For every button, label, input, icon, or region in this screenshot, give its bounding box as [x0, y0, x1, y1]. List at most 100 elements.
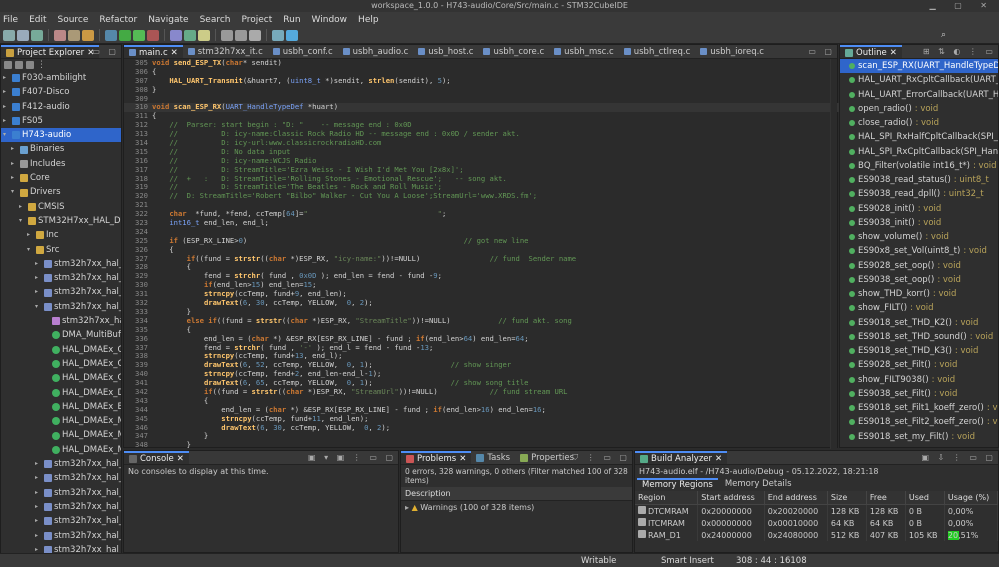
editor-panel-controls[interactable]: ▭ ▢ [808, 47, 835, 56]
outline-item[interactable]: ES90x8_set_Vol(uint8_t): void [840, 244, 998, 258]
tree-item[interactable]: ▸ stm32h7xx_hal_flash.c [1, 486, 121, 500]
column-header[interactable]: Used [905, 491, 945, 505]
tree-item[interactable]: DMA_MultiBufferStartTypeDef [1, 328, 121, 342]
outline-item[interactable]: ES9018_set_THD_sound(): void [840, 330, 998, 344]
outline-item[interactable]: ES9038_read_status(): uint8_t [840, 173, 998, 187]
terminal-icon[interactable] [184, 29, 196, 41]
tree-item[interactable]: ▾ H743-audio [1, 128, 121, 143]
close-icon[interactable]: ✕ [890, 46, 897, 59]
run-icon[interactable] [119, 29, 131, 41]
new-icon[interactable] [3, 29, 15, 41]
tab-properties[interactable]: Properties [515, 451, 579, 464]
cube-icon[interactable] [286, 29, 298, 41]
build-icon[interactable] [54, 29, 66, 41]
perspective-icon[interactable] [272, 29, 284, 41]
outline-item[interactable]: HAL_UART_ErrorCallback(UART_HandleTypeDe… [840, 88, 998, 102]
editor-tab[interactable]: stm32h7xx_it.c [183, 45, 268, 58]
expand-arrow-icon[interactable]: ▸ [35, 514, 42, 528]
tree-item[interactable]: HAL_DMAEx_DisableMuxRequestGenerator [1, 386, 121, 400]
expand-arrow-icon[interactable]: ▾ [3, 128, 10, 142]
editor-scrollbar[interactable] [830, 59, 837, 449]
collapse-all-icon[interactable] [4, 61, 12, 69]
expand-arrow-icon[interactable]: ▸ [3, 71, 10, 85]
expand-arrow-icon[interactable]: ▸ [27, 228, 34, 242]
close-icon[interactable]: ✕ [715, 452, 722, 465]
view-menu-icon[interactable]: ⋮ [37, 60, 46, 70]
filter-icon[interactable] [26, 61, 34, 69]
tree-item[interactable]: ▸ Core [1, 171, 121, 185]
outline-item[interactable]: close_radio(): void [840, 116, 998, 130]
tree-item[interactable]: HAL_DMAEx_ConfigMuxRequestGenerator [1, 357, 121, 371]
expand-arrow-icon[interactable]: ▸ [35, 285, 42, 299]
tree-item[interactable]: ▸ FS05 [1, 114, 121, 128]
tree-item[interactable]: ▸ CMSIS [1, 200, 121, 214]
menu-window[interactable]: Window [312, 15, 348, 25]
tree-item[interactable]: HAL_DMAEx_EnableMuxRequestGenerator [1, 400, 121, 414]
outline-item[interactable]: ES9038_init(): void [840, 216, 998, 230]
outline-item[interactable]: ES9018_set_Filt1_koeff_zero(): void [840, 401, 998, 415]
tree-item[interactable]: HAL_DMAEx_MultiBufferStart_IT [1, 428, 121, 442]
tab-project-explorer[interactable]: Project Explorer ✕ [1, 45, 100, 58]
expand-arrow-icon[interactable]: ▾ [19, 214, 26, 228]
expand-arrow-icon[interactable]: ▸ [11, 142, 18, 156]
editor-tab[interactable]: usbh_audio.c [338, 45, 414, 58]
menu-help[interactable]: Help [358, 15, 379, 25]
outline-item[interactable]: HAL_SPI_RxCpltCallback(SPI_HandleTypeDef… [840, 145, 998, 159]
tree-item[interactable]: HAL_DMAEx_ChangeMemory [1, 343, 121, 357]
table-row[interactable]: DTCMRAM 0x20000000 0x20020000 128 KB 128 KB 0… [635, 504, 999, 517]
tree-item[interactable]: ▸ F412-audio [1, 100, 121, 114]
nav-back-icon[interactable] [221, 29, 233, 41]
outline-item[interactable]: ES9038_set_Filt(): void [840, 387, 998, 401]
nav-forward-icon[interactable] [235, 29, 247, 41]
column-header[interactable]: Usage (%) [944, 491, 999, 505]
outline-item[interactable]: ES9038_read_dpll(): uint32_t [840, 187, 998, 201]
outline-item[interactable]: HAL_SPI_RxHalfCpltCallback(SPI_HandleTyp… [840, 130, 998, 144]
save-icon[interactable] [17, 29, 29, 41]
column-header[interactable]: Start address [697, 491, 765, 505]
close-icon[interactable]: ✕ [171, 46, 178, 59]
expand-arrow-icon[interactable]: ▸ [11, 171, 18, 185]
editor-tab[interactable]: usbh_ioreq.c [695, 45, 769, 58]
editor-tab[interactable]: usbh_core.c [478, 45, 549, 58]
tab-build-analyzer[interactable]: Build Analyzer ✕ [635, 451, 728, 465]
tree-item[interactable]: ▸ stm32h7xx_hal_gpio.c [1, 514, 121, 528]
tree-item[interactable]: ▸ stm32h7xx_hal_adc.c [1, 257, 121, 271]
expand-arrow-icon[interactable]: ▸ [35, 257, 42, 271]
outline-item[interactable]: scan_ESP_RX(UART_HandleTypeDef*) [840, 59, 998, 74]
outline-item[interactable]: open_radio(): void [840, 102, 998, 116]
tab-console[interactable]: Console ✕ [124, 451, 189, 465]
tree-item[interactable]: ▾ Src [1, 243, 121, 257]
expand-arrow-icon[interactable]: ▸ [3, 85, 10, 99]
menu-source[interactable]: Source [58, 15, 89, 25]
hammer-icon[interactable] [82, 29, 94, 41]
tree-item[interactable]: ▸ stm32h7xx_hal_cortex.c [1, 285, 121, 299]
column-header[interactable]: Size [827, 491, 867, 505]
tree-item[interactable]: ▸ stm32h7xx_hal_hsem.c [1, 529, 121, 543]
expand-arrow-icon[interactable]: ▾ [35, 300, 42, 314]
expand-arrow-icon[interactable]: ▸ [3, 100, 10, 114]
save-all-icon[interactable] [31, 29, 43, 41]
tree-item[interactable]: stm32h7xx_hal.h [1, 314, 121, 328]
table-row[interactable]: ITCMRAM 0x00000000 0x00010000 64 KB 64 KB 0 B… [635, 517, 999, 529]
outline-controls[interactable]: ⊞ ⇅ ◐ ⋮ ▭ [923, 47, 996, 56]
expand-arrow-icon[interactable]: ▸ [19, 200, 26, 214]
window-controls[interactable]: ▁ ▢ ✕ [930, 0, 996, 12]
menu-project[interactable]: Project [241, 15, 272, 25]
tree-item[interactable]: ▸ stm32h7xx_hal_dma.c [1, 457, 121, 471]
tab-outline[interactable]: Outline ✕ [840, 45, 902, 59]
external-tools-icon[interactable] [147, 29, 159, 41]
panel-controls[interactable]: ▭ ▢ [92, 47, 119, 56]
outline-item[interactable]: ES9028_set_Filt(): void [840, 358, 998, 372]
tab-problems[interactable]: Problems ✕ [401, 451, 472, 464]
outline-item[interactable]: ES9018_set_my_Filt(): void [840, 430, 998, 444]
expand-arrow-icon[interactable]: ▾ [11, 185, 18, 199]
tree-item[interactable]: ▸ F030-ambilight [1, 71, 121, 85]
table-row[interactable]: RAM_D1 0x24000000 0x24080000 512 KB 407 KB 10… [635, 529, 999, 541]
outline-item[interactable]: show_volume(): void [840, 230, 998, 244]
close-icon[interactable]: ✕ [177, 452, 184, 465]
menu-file[interactable]: File [3, 15, 18, 25]
problems-controls[interactable]: ⛉ ⋮ ▭ ▢ [572, 453, 630, 463]
editor-tab[interactable]: usbh_ctlreq.c [619, 45, 696, 58]
link-editor-icon[interactable] [15, 61, 23, 69]
editor-tab[interactable]: usb_host.c [413, 45, 478, 58]
